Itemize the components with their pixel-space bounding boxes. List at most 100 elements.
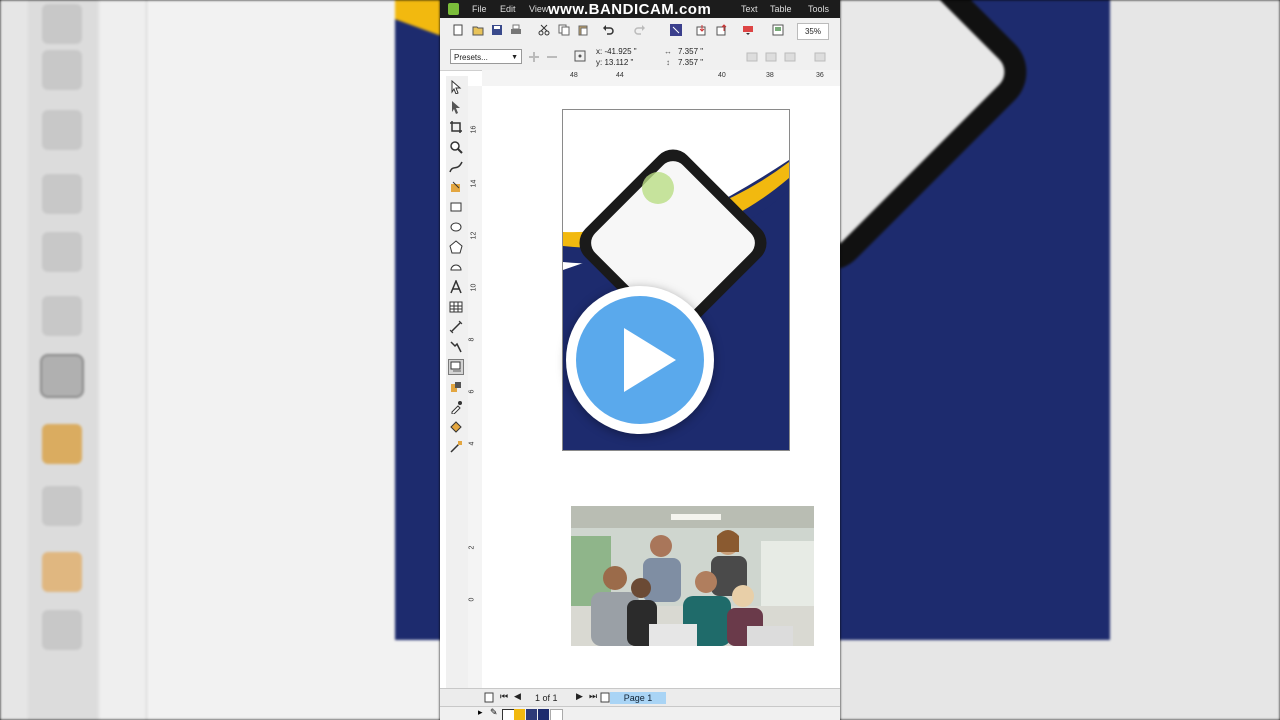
presets-label: Presets... (454, 53, 488, 62)
menu-edit[interactable]: Edit (500, 4, 516, 14)
position-x-field[interactable]: x: -41.925 " (596, 47, 637, 56)
save-icon[interactable] (491, 24, 503, 36)
eyedropper-tool-icon[interactable] (449, 400, 463, 414)
table-tool-icon[interactable] (449, 300, 463, 314)
ruler-label: 48 (570, 72, 578, 79)
ruler-label: 10 (470, 283, 478, 292)
crop-tool-icon[interactable] (449, 120, 463, 134)
scroll-palette-icon[interactable]: ▸ (478, 707, 483, 718)
standard-toolbar: 35% (440, 18, 840, 45)
ruler-label: 4 (468, 441, 476, 446)
ruler-label: 40 (718, 72, 726, 79)
position-y-field[interactable]: y: 13.112 " (596, 58, 633, 67)
ruler-label: 6 (468, 389, 476, 394)
ruler-label: 36 (816, 72, 824, 79)
menu-bar: File Edit View Text Table Tools www.BAND… (440, 0, 840, 18)
yellow-swatch[interactable] (514, 709, 525, 720)
export-icon[interactable] (716, 24, 728, 36)
smart-drawing-tool-icon[interactable] (449, 440, 463, 454)
text-tool-icon[interactable] (449, 280, 463, 294)
page-tab[interactable]: Page 1 (610, 692, 666, 704)
print-icon[interactable] (510, 24, 522, 36)
ruler-label: 2 (468, 545, 476, 550)
new-document-icon[interactable] (452, 24, 464, 36)
height-arrow-icon: ↕ (666, 58, 670, 67)
previous-page-icon[interactable]: ◀ (514, 691, 521, 702)
shape-tool-icon[interactable] (449, 100, 463, 114)
search-content-icon[interactable] (670, 24, 682, 36)
menu-view[interactable]: View (529, 4, 548, 14)
align-center-icon[interactable] (765, 51, 777, 63)
presets-dropdown[interactable]: Presets... ▼ (450, 49, 522, 64)
smart-fill-tool-icon[interactable] (449, 180, 463, 194)
menu-text[interactable]: Text (741, 4, 758, 14)
team-photo-image (571, 506, 814, 646)
align-right-icon[interactable] (784, 51, 796, 63)
menu-file[interactable]: File (472, 4, 487, 14)
horizontal-ruler: 48 44 40 38 36 (482, 70, 840, 87)
rectangle-tool-icon[interactable] (449, 200, 463, 214)
ruler-label: 8 (468, 337, 476, 342)
connector-tool-icon[interactable] (449, 340, 463, 354)
cut-icon[interactable] (538, 24, 550, 36)
import-icon[interactable] (696, 24, 708, 36)
background-navy-shape (395, 0, 440, 640)
welcome-screen-icon[interactable] (772, 24, 784, 36)
page-add-icon[interactable] (484, 692, 494, 703)
chevron-down-icon: ▼ (511, 54, 518, 61)
menu-table[interactable]: Table (770, 4, 792, 14)
freehand-tool-icon[interactable] (449, 160, 463, 174)
paste-icon[interactable] (577, 24, 589, 36)
menu-tools[interactable]: Tools (808, 4, 829, 14)
ruler-label: 44 (616, 72, 624, 79)
redo-icon[interactable] (634, 24, 646, 36)
fill-tool-icon[interactable] (449, 420, 463, 434)
dark-navy-swatch[interactable] (538, 709, 549, 720)
remove-preset-icon[interactable] (546, 51, 558, 63)
polygon-tool-icon[interactable] (449, 240, 463, 254)
vertical-ruler: 16 14 12 10 8 6 4 2 0 (468, 86, 483, 688)
first-page-icon[interactable]: ⏮ (500, 691, 508, 702)
ruler-label: 14 (470, 179, 478, 188)
object-width-field[interactable]: 7.357 " (678, 47, 703, 56)
basic-shapes-tool-icon[interactable] (449, 260, 463, 274)
ruler-label: 12 (470, 231, 478, 240)
last-page-icon[interactable]: ⏭ (589, 691, 597, 702)
application-launcher-icon[interactable] (742, 24, 754, 36)
pick-tool-icon[interactable] (449, 80, 463, 94)
background-ruler (100, 0, 147, 720)
ellipse-tool-icon[interactable] (449, 220, 463, 234)
align-left-icon[interactable] (746, 51, 758, 63)
bandicam-watermark: www.BANDICAM.com (548, 1, 712, 18)
copy-icon[interactable] (558, 24, 570, 36)
drop-shadow-tool-icon[interactable] (448, 359, 464, 375)
wrap-text-icon[interactable] (814, 51, 826, 63)
zoom-level-field[interactable]: 35% (797, 23, 829, 40)
add-preset-icon[interactable] (528, 51, 540, 63)
play-button-inner (576, 296, 704, 424)
app-icon (448, 3, 459, 15)
background-right-blur (840, 0, 1280, 720)
navy-swatch[interactable] (526, 709, 537, 720)
open-folder-icon[interactable] (472, 24, 484, 36)
ruler-label: 38 (766, 72, 774, 79)
transparency-tool-icon[interactable] (449, 380, 463, 394)
page-count: 1 of 1 (535, 693, 558, 703)
zoom-tool-icon[interactable] (449, 140, 463, 154)
property-bar: Presets... ▼ x: -41.925 " y: 13.112 " ↔ … (440, 44, 840, 71)
object-height-field[interactable]: 7.357 " (678, 58, 703, 67)
page-add-after-icon[interactable] (600, 692, 610, 703)
play-icon (624, 328, 676, 392)
dimension-tool-icon[interactable] (449, 320, 463, 334)
object-origin-icon[interactable] (574, 50, 586, 62)
width-arrow-icon: ↔ (664, 47, 672, 56)
eyedropper-icon[interactable]: ✎ (490, 707, 498, 718)
next-page-icon[interactable]: ▶ (576, 691, 583, 702)
team-photo[interactable] (571, 506, 814, 646)
ruler-label: 0 (468, 597, 476, 602)
document-navigator: ⏮ ◀ 1 of 1 ▶ ⏭ Page 1 (440, 688, 840, 707)
white-swatch[interactable] (550, 709, 563, 720)
ruler-label: 16 (470, 125, 478, 134)
undo-icon[interactable] (602, 24, 614, 36)
play-button[interactable] (566, 286, 714, 434)
